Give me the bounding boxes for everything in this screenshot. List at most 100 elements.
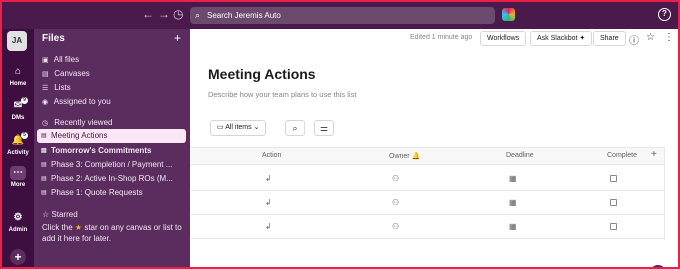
rail-label-admin: Admin bbox=[8, 227, 28, 233]
history-icon[interactable]: ◷ bbox=[173, 7, 183, 21]
recent-item-label: Phase 3: Completion / Payment ... bbox=[51, 160, 173, 169]
list-icon: ▤ bbox=[41, 176, 47, 182]
owner-icon[interactable]: ⚇ bbox=[392, 198, 399, 207]
filter-icon: ⚌ bbox=[319, 123, 329, 133]
workspace-rail: JA ⌂ Home ✉ 9 DMs 🔔 5 Activity ⋯ More ⚙ … bbox=[2, 29, 34, 267]
recent-item-tomorrows-commitments[interactable]: ▤ Tomorrow's Commitments bbox=[37, 144, 186, 158]
rail-item-activity[interactable]: 🔔 5 Activity bbox=[2, 132, 34, 156]
page-title: Meeting Actions bbox=[208, 66, 316, 82]
complete-checkbox[interactable] bbox=[610, 199, 617, 206]
column-label: Owner bbox=[389, 153, 410, 160]
recent-item-phase-3[interactable]: ▤ Phase 3: Completion / Payment ... bbox=[37, 158, 186, 172]
list-icon: ▤ bbox=[41, 133, 47, 139]
sidebar-item-canvases[interactable]: ▤ Canvases bbox=[42, 67, 90, 80]
ask-slackbot-button[interactable]: Ask Slackbot ✦ bbox=[530, 31, 593, 46]
more-icon: ⋯ bbox=[10, 166, 26, 180]
starred-header[interactable]: ☆ Starred bbox=[42, 210, 78, 219]
filter-button[interactable]: ⚌ bbox=[314, 120, 334, 136]
list-icon: ▤ bbox=[41, 148, 47, 154]
sidebar-item-all-files[interactable]: ▣ All files bbox=[42, 53, 79, 66]
files-sidebar: Files + ▣ All files ▤ Canvases ☰ Lists ◉… bbox=[34, 29, 190, 267]
calendar-icon[interactable]: ▦ bbox=[509, 198, 517, 207]
list-canvas: Edited 1 minute ago Workflows Ask Slackb… bbox=[190, 29, 678, 267]
rail-add-button[interactable]: + bbox=[2, 249, 34, 267]
column-header-action[interactable]: Action bbox=[262, 152, 281, 159]
search-button[interactable]: ⌕ bbox=[285, 120, 305, 136]
recent-item-label: Phase 2: Active In-Shop ROs (M... bbox=[51, 174, 173, 183]
ai-assistant-icon[interactable] bbox=[502, 8, 515, 21]
add-column-button[interactable]: + bbox=[651, 149, 657, 160]
more-options-icon[interactable]: ⋮ bbox=[664, 32, 674, 43]
app-window: ← → ◷ ⌕ Search Jeremis Auto ? JA ⌂ Home … bbox=[0, 0, 680, 269]
rail-item-admin[interactable]: ⚙ Admin bbox=[2, 211, 34, 233]
action-icon[interactable]: ↲ bbox=[265, 198, 272, 207]
starred-help-text: Click the ★ star on any canvas or list t… bbox=[42, 222, 182, 244]
rail-label-activity: Activity bbox=[7, 150, 29, 156]
recent-item-label: Tomorrow's Commitments bbox=[51, 146, 152, 155]
recent-item-phase-2[interactable]: ▤ Phase 2: Active In-Shop ROs (M... bbox=[37, 172, 186, 186]
help-icon[interactable]: ? bbox=[658, 8, 671, 21]
home-icon: ⌂ bbox=[14, 66, 22, 77]
sidebar-item-lists[interactable]: ☰ Lists bbox=[42, 81, 71, 94]
recent-item-label: Meeting Actions bbox=[51, 131, 108, 140]
workspace-avatar[interactable]: JA bbox=[7, 31, 27, 51]
table-row[interactable]: ↲ ⚇ ▦ bbox=[190, 215, 664, 239]
recent-item-label: Phase 1: Quote Requests bbox=[51, 188, 143, 197]
action-icon[interactable]: ↲ bbox=[265, 222, 272, 231]
action-icon[interactable]: ↲ bbox=[265, 174, 272, 183]
search-icon: ⌕ bbox=[292, 123, 298, 133]
info-icon[interactable]: ⓘ bbox=[629, 32, 639, 47]
dms-badge: 9 bbox=[21, 97, 28, 104]
complete-checkbox[interactable] bbox=[610, 223, 617, 230]
add-file-button[interactable]: + bbox=[174, 31, 181, 45]
forward-icon[interactable]: → bbox=[158, 7, 170, 21]
sidebar-item-label: Canvases bbox=[54, 69, 90, 78]
list-description[interactable]: Describe how your team plans to use this… bbox=[208, 90, 356, 99]
rail-label-dms: DMs bbox=[11, 115, 25, 121]
calendar-icon[interactable]: ▦ bbox=[509, 222, 517, 231]
owner-icon[interactable]: ⚇ bbox=[392, 174, 399, 183]
rail-item-dms[interactable]: ✉ 9 DMs bbox=[2, 97, 34, 121]
view-selector[interactable]: ▭ All items ⌄ bbox=[210, 120, 267, 136]
table-header: Action Owner 🔔 Deadline Complete + bbox=[190, 147, 664, 165]
list-icon: ☰ bbox=[42, 85, 49, 92]
assigned-icon: ◉ bbox=[42, 99, 49, 106]
column-header-owner[interactable]: Owner 🔔 bbox=[389, 152, 420, 160]
chevron-down-icon: ⌄ bbox=[253, 124, 260, 131]
rail-label-home: Home bbox=[9, 81, 27, 87]
list-icon: ▤ bbox=[41, 162, 47, 168]
recently-viewed-label: Recently viewed bbox=[54, 118, 113, 127]
top-bar: ← → ◷ ⌕ Search Jeremis Auto ? bbox=[2, 2, 678, 29]
rail-item-home[interactable]: ⌂ Home bbox=[2, 65, 34, 87]
column-header-deadline[interactable]: Deadline bbox=[506, 152, 534, 159]
column-header-complete[interactable]: Complete bbox=[607, 152, 637, 159]
starred-label: Starred bbox=[51, 210, 78, 219]
sidebar-item-assigned[interactable]: ◉ Assigned to you bbox=[42, 95, 111, 108]
files-icon: ▣ bbox=[42, 57, 49, 64]
table-border bbox=[664, 147, 665, 240]
recently-viewed-header[interactable]: ◷ Recently viewed bbox=[42, 116, 112, 129]
owner-icon[interactable]: ⚇ bbox=[392, 222, 399, 231]
rail-item-more[interactable]: ⋯ More bbox=[2, 166, 34, 188]
star-icon[interactable]: ☆ bbox=[646, 32, 655, 43]
sidebar-item-label: All files bbox=[53, 55, 80, 64]
recent-item-phase-1[interactable]: ▤ Phase 1: Quote Requests bbox=[37, 186, 186, 200]
list-icon: ▤ bbox=[41, 190, 47, 196]
workflows-button[interactable]: Workflows bbox=[480, 31, 527, 46]
plus-icon: + bbox=[10, 249, 26, 265]
share-button[interactable]: Share bbox=[593, 31, 626, 46]
table-row[interactable]: ↲ ⚇ ▦ bbox=[190, 191, 664, 215]
list-table: Action Owner 🔔 Deadline Complete + ↲ ⚇ ▦… bbox=[190, 147, 665, 240]
folder-icon: ▭ bbox=[217, 124, 224, 131]
complete-checkbox[interactable] bbox=[610, 175, 617, 182]
calendar-icon[interactable]: ▦ bbox=[509, 174, 517, 183]
recent-item-meeting-actions[interactable]: ▤ Meeting Actions bbox=[37, 129, 186, 143]
star-outline-icon: ☆ bbox=[42, 210, 50, 219]
starred-help-before: Click the bbox=[42, 223, 73, 232]
files-title: Files bbox=[42, 33, 65, 44]
table-row[interactable]: ↲ ⚇ ▦ bbox=[190, 167, 664, 191]
back-icon[interactable]: ← bbox=[142, 7, 154, 21]
search-bar[interactable]: ⌕ Search Jeremis Auto bbox=[190, 7, 495, 24]
floating-action-button[interactable] bbox=[650, 265, 666, 267]
edited-status: Edited 1 minute ago bbox=[410, 34, 473, 41]
